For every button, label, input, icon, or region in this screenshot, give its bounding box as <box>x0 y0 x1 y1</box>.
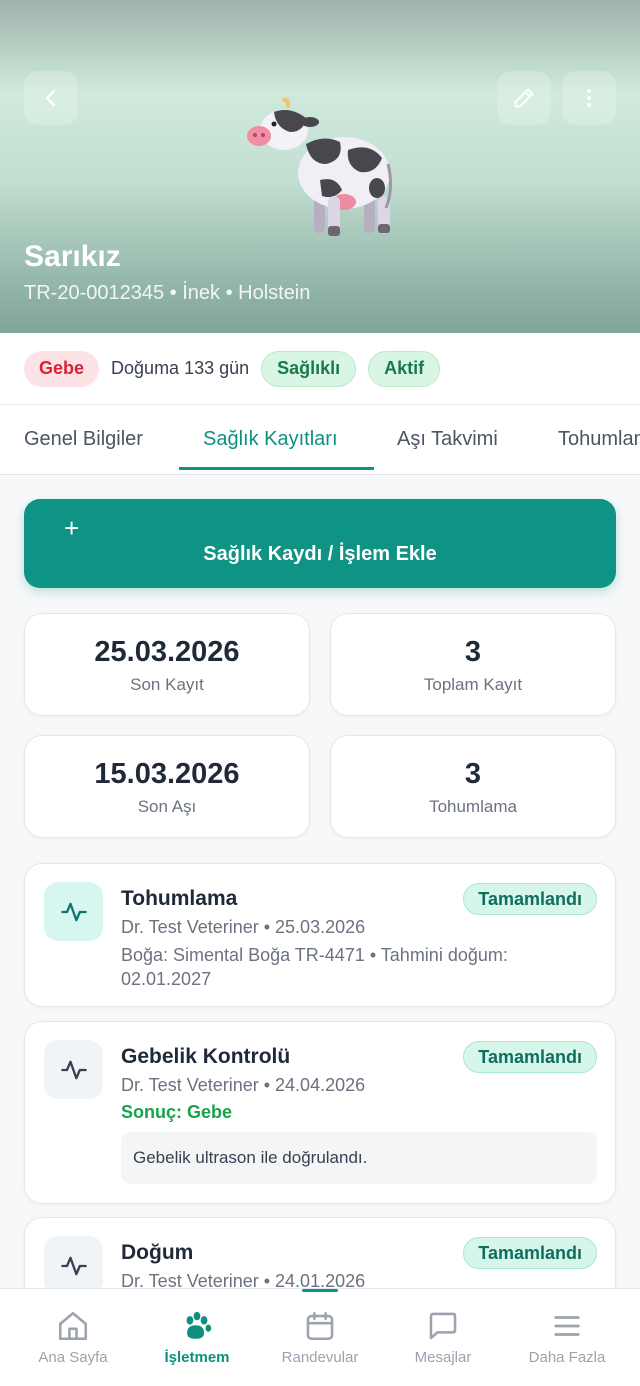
nav-home[interactable]: Ana Sayfa <box>9 1289 137 1386</box>
record-note: Gebelik ultrason ile doğrulandı. <box>121 1132 597 1184</box>
pencil-icon <box>514 88 534 108</box>
stat-card-last-vaccine: 15.03.2026 Son Aşı <box>24 735 310 838</box>
nav-label: Daha Fazla <box>528 1349 606 1366</box>
tab-vaccine-schedule[interactable]: Aşı Takvimi <box>397 405 498 474</box>
nav-label: Randevular <box>281 1349 359 1366</box>
tab-general-info[interactable]: Genel Bilgiler <box>24 405 143 474</box>
due-date-text: Doğuma 133 gün <box>111 358 250 378</box>
message-icon <box>429 1312 457 1340</box>
stat-value: 3 <box>464 758 482 790</box>
stat-card-total-records: 3 Toplam Kayıt <box>330 613 616 716</box>
nav-more[interactable]: Daha Fazla <box>503 1289 631 1386</box>
plus-icon: + <box>64 513 80 543</box>
tab-bar: Genel Bilgiler Sağlık Kayıtları Aşı Takv… <box>0 405 640 475</box>
stat-value: 15.03.2026 <box>94 758 240 790</box>
active-badge: Aktif <box>368 350 441 387</box>
record-title: Doğum <box>121 1241 194 1264</box>
nav-label: Ana Sayfa <box>38 1349 108 1366</box>
back-icon <box>45 89 56 107</box>
stat-label: Tohumlama <box>429 797 517 816</box>
record-title: Gebelik Kontrolü <box>121 1045 291 1068</box>
nav-appointments[interactable]: Randevular <box>256 1289 384 1386</box>
animal-name: Sarıkız <box>24 240 121 273</box>
status-badge: Tamamlandı <box>463 883 597 915</box>
paw-icon <box>186 1311 212 1339</box>
health-badge: Sağlıklı <box>261 350 357 387</box>
activity-icon <box>60 1256 87 1275</box>
status-row: Gebe Doğuma 133 gün Sağlıklı Aktif <box>0 333 640 405</box>
active-tab-indicator <box>179 467 374 470</box>
stat-label: Son Aşı <box>137 797 197 816</box>
stat-label: Son Kayıt <box>130 675 204 694</box>
calendar-icon <box>306 1311 334 1341</box>
stat-label: Toplam Kayıt <box>423 675 523 694</box>
add-button-label: Sağlık Kaydı / İşlem Ekle <box>203 543 437 565</box>
pregnancy-badge: Gebe <box>24 350 100 387</box>
activity-icon <box>60 1060 87 1079</box>
record-title: Tohumlama <box>121 887 238 910</box>
stat-value: 25.03.2026 <box>94 636 240 668</box>
status-badge: Tamamlandı <box>463 1041 597 1073</box>
more-vertical-icon <box>587 89 591 107</box>
record-card-pregnancy-check[interactable]: Gebelik Kontrolü Tamamlandı Dr. Test Vet… <box>24 1021 616 1204</box>
nav-label: İşletmem <box>164 1349 230 1366</box>
menu-icon <box>554 1316 580 1336</box>
record-card-insemination[interactable]: Tohumlama Tamamlandı Dr. Test Veteriner … <box>24 863 616 1007</box>
tab-health-records[interactable]: Sağlık Kayıtları <box>203 405 338 474</box>
stat-card-last-record: 25.03.2026 Son Kayıt <box>24 613 310 716</box>
animal-subtitle: TR-20-0012345 • İnek • Holstein <box>24 282 311 304</box>
nav-messages[interactable]: Mesajlar <box>379 1289 507 1386</box>
add-health-record-button[interactable]: + Sağlık Kaydı / İşlem Ekle <box>24 499 616 588</box>
nav-label: Mesajlar <box>414 1349 472 1366</box>
cow-icon <box>247 98 393 236</box>
record-meta: Dr. Test Veteriner • 24.04.2026 <box>121 1075 366 1095</box>
back-button[interactable] <box>24 71 78 125</box>
edit-button[interactable] <box>497 71 551 125</box>
animal-hero-header: Sarıkız TR-20-0012345 • İnek • Holstein <box>0 0 640 333</box>
record-icon-box <box>44 1040 103 1099</box>
record-result: Sonuç: Gebe <box>121 1102 233 1122</box>
stat-card-insemination: 3 Tohumlama <box>330 735 616 838</box>
home-icon <box>58 1311 88 1341</box>
more-options-button[interactable] <box>562 71 616 125</box>
status-badge: Tamamlandı <box>463 1237 597 1269</box>
activity-icon <box>60 902 87 921</box>
record-meta: Dr. Test Veteriner • 25.03.2026 <box>121 917 366 937</box>
record-description: Boğa: Simental Boğa TR-4471 • Tahmini do… <box>121 945 508 989</box>
record-icon-box <box>44 882 103 941</box>
stat-value: 3 <box>464 636 482 668</box>
tab-insemination[interactable]: Tohumlama <box>558 405 640 474</box>
bottom-navigation: Ana Sayfa İşletmem Randevular Mesajlar D… <box>0 1288 640 1386</box>
record-icon-box <box>44 1236 103 1295</box>
scroll-indicator <box>302 1289 338 1292</box>
nav-my-farm[interactable]: İşletmem <box>133 1289 261 1386</box>
